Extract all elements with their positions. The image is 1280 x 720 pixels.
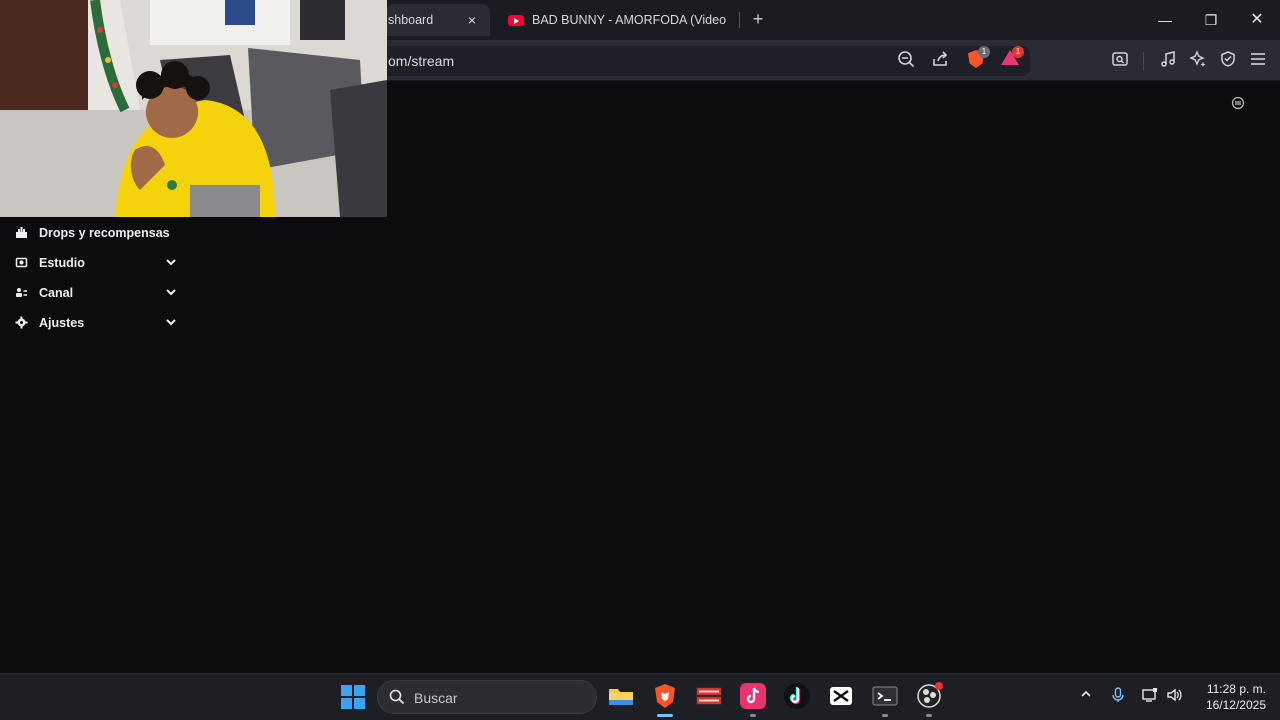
leo-ai-icon[interactable] — [1188, 50, 1208, 70]
studio-icon — [14, 256, 28, 270]
gift-icon — [14, 226, 28, 240]
tab-dashboard[interactable]: shboard × — [386, 4, 490, 36]
channel-icon — [14, 286, 28, 300]
tiktok-icon[interactable] — [783, 682, 811, 710]
sidebar-item-label: Ajustes — [39, 316, 85, 330]
reader-mode-icon[interactable] — [1110, 50, 1130, 70]
search-placeholder: Buscar — [414, 690, 458, 706]
vpn-shield-icon[interactable] — [1218, 50, 1238, 70]
voicemeeter-icon[interactable] — [695, 682, 723, 710]
tab-title: BAD BUNNY - AMORFODA (Video Of — [532, 13, 728, 27]
zoom-out-icon[interactable] — [896, 50, 916, 70]
obs-studio-icon[interactable] — [915, 682, 943, 710]
system-clock[interactable]: 11:28 p. m. 16/12/2025 — [1196, 681, 1266, 713]
brave-shields-icon[interactable]: 1 — [966, 46, 990, 70]
capcut-icon[interactable] — [827, 682, 855, 710]
brave-rewards-icon[interactable]: 1 — [1000, 46, 1024, 70]
microphone-icon[interactable] — [1109, 687, 1127, 705]
tab-separator — [739, 12, 740, 28]
chevron-up-icon[interactable] — [1077, 687, 1095, 705]
brave-browser-icon[interactable] — [651, 682, 679, 710]
toolbar-separator — [1143, 52, 1144, 70]
gear-icon — [14, 316, 28, 330]
taskbar-search[interactable]: Buscar — [377, 680, 597, 714]
shields-badge: 1 — [978, 46, 990, 58]
chevron-down-icon[interactable] — [164, 256, 178, 270]
network-icon[interactable] — [1141, 687, 1159, 705]
clock-time: 11:28 p. m. — [1206, 682, 1266, 696]
tiktok-studio-icon[interactable] — [739, 682, 767, 710]
volume-icon[interactable] — [1165, 687, 1183, 705]
tab-close-icon[interactable]: × — [464, 12, 480, 28]
sidebar-item-label: Estudio — [39, 256, 85, 270]
sidebar-item-ajustes[interactable]: Ajustes — [0, 308, 190, 338]
open-app-indicator — [882, 714, 888, 717]
sidebar-item-estudio[interactable]: Estudio — [0, 248, 190, 278]
sidebar-item-label: Drops y recompensas — [39, 226, 170, 240]
sidebar-item-canal[interactable]: Canal — [0, 278, 190, 308]
share-icon[interactable] — [930, 50, 950, 70]
chevron-down-icon[interactable] — [164, 286, 178, 300]
music-note-icon[interactable] — [1158, 50, 1178, 70]
open-app-indicator — [750, 714, 756, 717]
clock-date: 16/12/2025 — [1205, 698, 1266, 712]
maximize-button[interactable]: ❐ — [1198, 8, 1224, 32]
youtube-icon — [508, 14, 524, 26]
windows-taskbar: Buscar 11:28 p. m. 16/12/2025 — [0, 673, 1280, 720]
terminal-icon[interactable] — [871, 682, 899, 710]
close-window-button[interactable]: ✕ — [1244, 8, 1270, 32]
extension-icon[interactable] — [1230, 96, 1246, 112]
menu-icon[interactable] — [1248, 50, 1268, 70]
search-icon — [389, 689, 405, 705]
url-text[interactable]: om/stream — [388, 53, 454, 69]
sidebar-nav: Drops y recompensas Estudio Canal Ajuste… — [0, 218, 190, 338]
tab-youtube[interactable]: BAD BUNNY - AMORFODA (Video Of — [500, 4, 740, 36]
start-button[interactable] — [341, 685, 365, 709]
rewards-badge: 1 — [1012, 46, 1024, 58]
sidebar-item-drops[interactable]: Drops y recompensas — [0, 218, 190, 248]
file-explorer-icon[interactable] — [607, 682, 635, 710]
new-tab-button[interactable]: + — [748, 8, 768, 32]
chevron-down-icon[interactable] — [164, 316, 178, 330]
tab-title: shboard — [388, 13, 434, 27]
desktop-screen: shboard × BAD BUNNY - AMORFODA (Video Of… — [0, 0, 1280, 720]
webcam-overlay — [0, 0, 387, 217]
open-app-indicator — [926, 714, 932, 717]
sidebar-item-label: Canal — [39, 286, 74, 300]
active-app-indicator — [657, 714, 673, 717]
minimize-button[interactable]: — — [1152, 8, 1178, 32]
